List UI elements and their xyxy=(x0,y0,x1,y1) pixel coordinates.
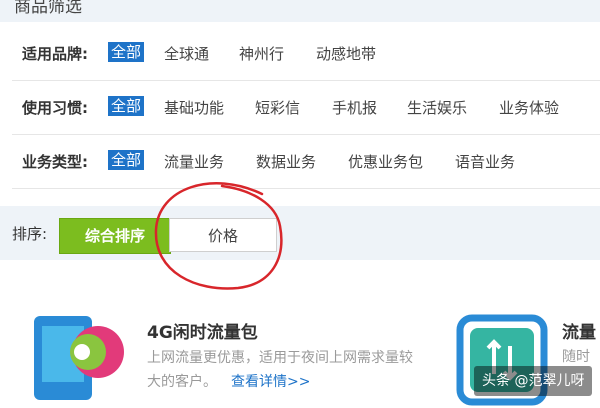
filter-label-usage: 使用习惯: xyxy=(22,99,88,117)
filter-option-all[interactable]: 全部 xyxy=(108,42,145,62)
filter-option-basic[interactable]: 基础功能 xyxy=(164,97,224,118)
filter-option-news[interactable]: 手机报 xyxy=(332,97,377,118)
filter-row-brand: 适用品牌: 全部 全球通 神州行 动感地带 xyxy=(12,28,600,81)
filter-label-brand: 适用品牌: xyxy=(22,45,88,63)
filter-option-voice[interactable]: 语音业务 xyxy=(455,151,515,172)
view-details-link[interactable]: 查看详情>> xyxy=(231,374,310,390)
filter-option-quanqiutong[interactable]: 全球通 xyxy=(164,43,209,64)
filter-row-business: 业务类型: 全部 流量业务 数据业务 优惠业务包 语音业务 xyxy=(12,136,600,189)
filter-option-all[interactable]: 全部 xyxy=(108,96,145,116)
filter-option-dongganddidai[interactable]: 动感地带 xyxy=(316,43,376,64)
filter-option-discount[interactable]: 优惠业务包 xyxy=(348,151,423,172)
filter-title: 商品筛选 xyxy=(14,0,82,17)
sort-comprehensive-button[interactable]: 综合排序 xyxy=(59,218,171,254)
filter-option-experience[interactable]: 业务体验 xyxy=(499,97,559,118)
product-title: 4G闲时流量包 xyxy=(147,323,258,343)
filter-option-all[interactable]: 全部 xyxy=(108,150,145,170)
sort-bar: 排序: 综合排序 价格 xyxy=(0,206,600,260)
filter-header: 商品筛选 xyxy=(0,0,600,22)
filter-option-traffic[interactable]: 流量业务 xyxy=(164,151,224,172)
filter-option-data[interactable]: 数据业务 xyxy=(256,151,316,172)
filter-option-sms[interactable]: 短彩信 xyxy=(255,97,300,118)
filter-option-life[interactable]: 生活娱乐 xyxy=(407,97,467,118)
product-title: 流量 xyxy=(562,323,596,343)
sort-price-button[interactable]: 价格 xyxy=(169,218,277,252)
phone-traffic-icon xyxy=(34,316,124,400)
filter-option-shenzhouxing[interactable]: 神州行 xyxy=(239,43,284,64)
product-description: 上网流量更优惠，适用于夜间上网需求量较大的客户。 查看详情>> xyxy=(147,346,417,394)
filter-label-business: 业务类型: xyxy=(22,153,88,171)
product-description: 随时 xyxy=(562,349,590,365)
filter-row-usage: 使用习惯: 全部 基础功能 短彩信 手机报 生活娱乐 业务体验 xyxy=(12,82,600,135)
sort-label: 排序: xyxy=(12,225,48,243)
watermark-badge: 头条 @范翠儿呀 xyxy=(474,366,593,396)
